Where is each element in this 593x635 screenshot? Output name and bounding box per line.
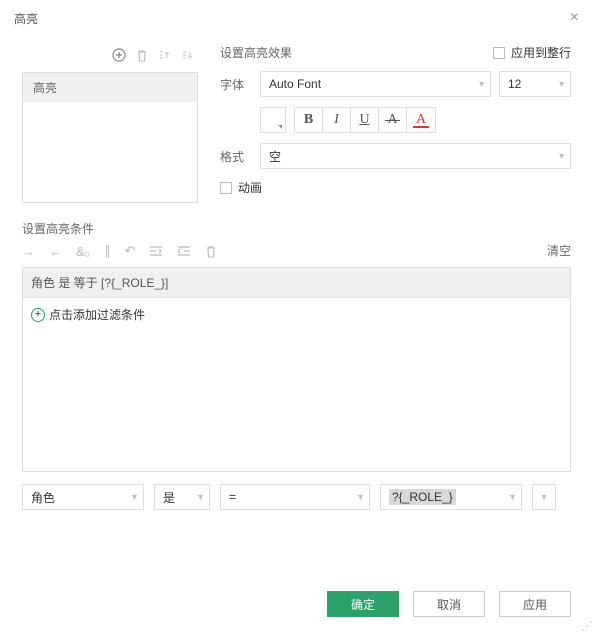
value-input[interactable]: ?{_ROLE_}▾: [380, 484, 522, 510]
more-select[interactable]: ▾: [532, 484, 556, 510]
add-filter-button[interactable]: + 点击添加过滤条件: [23, 298, 570, 331]
column-select[interactable]: 角色▾: [22, 484, 144, 510]
apply-button[interactable]: 应用: [499, 591, 571, 617]
delete-icon[interactable]: [136, 49, 148, 62]
close-icon[interactable]: ×: [570, 9, 579, 27]
condition-list: 角色 是 等于 [?{_ROLE_}] + 点击添加过滤条件: [22, 267, 571, 472]
highlight-item[interactable]: 高亮: [23, 73, 197, 102]
strike-button[interactable]: A: [379, 108, 407, 132]
resize-handle-icon[interactable]: ⋰: [581, 619, 591, 633]
clear-button[interactable]: 清空: [547, 242, 571, 259]
checkbox-icon: [220, 182, 232, 194]
effect-section-label: 设置高亮效果: [220, 44, 292, 61]
format-select[interactable]: 空▾: [260, 143, 571, 169]
bold-button[interactable]: B: [295, 108, 323, 132]
font-color-button[interactable]: A: [407, 108, 435, 132]
italic-button[interactable]: I: [323, 108, 351, 132]
dialog-title: 高亮: [14, 10, 38, 27]
op2-select[interactable]: =▾: [220, 484, 370, 510]
redo-icon[interactable]: →: [22, 244, 35, 259]
indent-out-icon[interactable]: [177, 245, 191, 257]
apply-row-checkbox[interactable]: 应用到整行: [493, 44, 571, 61]
chevron-down-icon: ▾: [510, 492, 515, 503]
animation-checkbox[interactable]: 动画: [220, 179, 262, 196]
link-icon[interactable]: &₀: [76, 244, 90, 259]
ok-button[interactable]: 确定: [327, 591, 399, 617]
format-buttons: B I U A A: [294, 107, 436, 133]
separator-icon: ∥: [104, 243, 111, 259]
chevron-down-icon: ▾: [198, 492, 203, 503]
chevron-down-icon: ▾: [559, 151, 564, 162]
add-icon[interactable]: [112, 48, 126, 62]
chevron-down-icon: ▾: [559, 79, 564, 90]
undo-icon[interactable]: ←: [49, 244, 62, 259]
op1-select[interactable]: 是▾: [154, 484, 210, 510]
condition-section-label: 设置高亮条件: [22, 220, 217, 237]
highlight-list[interactable]: 高亮: [22, 72, 198, 203]
revert-icon[interactable]: ↶: [125, 243, 136, 259]
checkbox-icon: [493, 47, 505, 59]
bg-color-picker[interactable]: [260, 107, 286, 133]
font-label: 字体: [220, 76, 260, 93]
font-size-select[interactable]: 12▾: [499, 71, 571, 97]
plus-circle-icon: +: [31, 308, 45, 322]
chevron-down-icon: ▾: [132, 492, 137, 503]
font-select[interactable]: Auto Font▾: [260, 71, 491, 97]
sort-desc-icon: [181, 49, 194, 62]
indent-in-icon[interactable]: [149, 245, 163, 257]
underline-button[interactable]: U: [351, 108, 379, 132]
chevron-down-icon: ▾: [479, 79, 484, 90]
condition-row[interactable]: 角色 是 等于 [?{_ROLE_}]: [23, 268, 570, 298]
delete-condition-icon[interactable]: [205, 245, 217, 258]
chevron-down-icon: ▾: [541, 492, 546, 503]
chevron-down-icon: ▾: [358, 492, 363, 503]
format-label: 格式: [220, 148, 260, 165]
cancel-button[interactable]: 取消: [413, 591, 485, 617]
sort-asc-icon: [158, 49, 171, 62]
